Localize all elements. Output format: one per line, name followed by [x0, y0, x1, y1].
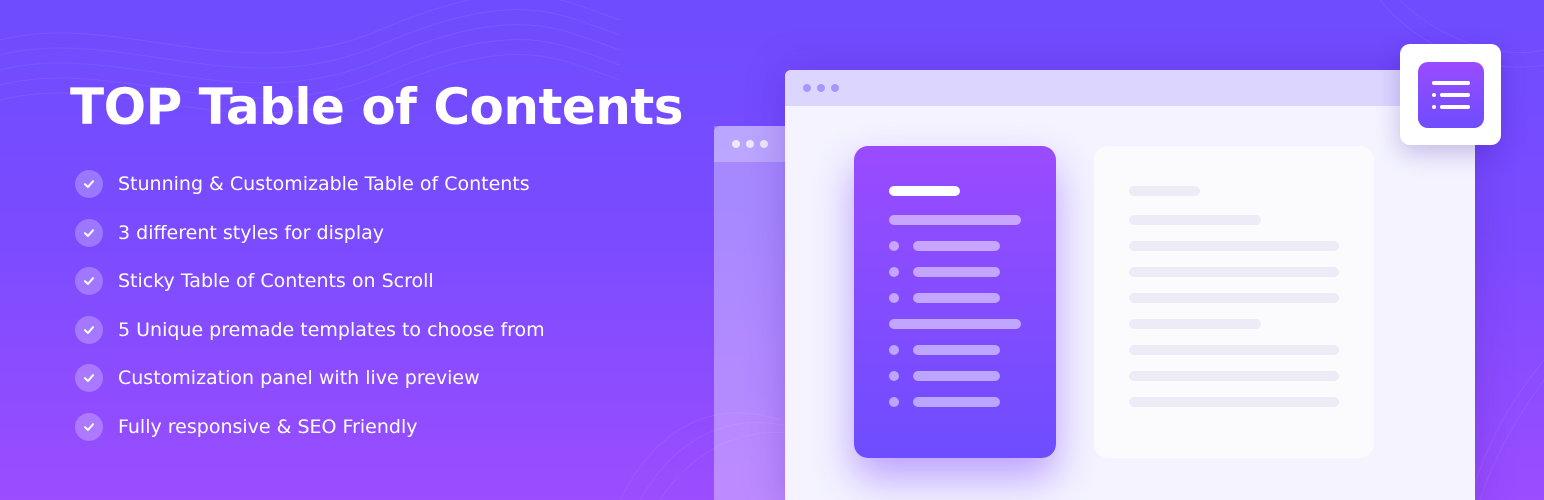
list-item: Sticky Table of Contents on Scroll: [75, 265, 545, 297]
content-line-placeholder: [1129, 186, 1200, 196]
check-icon: [75, 170, 103, 198]
toc-bullet: [889, 267, 899, 277]
list-item: 5 Unique premade templates to choose fro…: [75, 314, 545, 346]
toc-item-placeholder: [913, 267, 1000, 277]
feature-text: 5 Unique premade templates to choose fro…: [118, 318, 545, 341]
check-icon: [75, 412, 103, 441]
toc-bullet: [889, 293, 899, 303]
content-line-placeholder: [1129, 345, 1339, 355]
check-icon: [75, 267, 103, 295]
content-line-placeholder: [1129, 267, 1339, 277]
toc-item-placeholder: [913, 397, 1000, 407]
feature-text: Sticky Table of Contents on Scroll: [118, 270, 434, 292]
toc-item-placeholder: [913, 371, 1000, 381]
list-icon: [1417, 61, 1484, 128]
window-dot: [831, 84, 839, 92]
list-item: Stunning & Customizable Table of Content…: [75, 168, 545, 200]
list-item: 3 different styles for display: [75, 217, 545, 249]
check-icon: [75, 364, 103, 392]
list-item: Fully responsive & SEO Friendly: [75, 411, 545, 443]
toc-bullet: [889, 397, 899, 407]
feature-text: Fully responsive & SEO Friendly: [118, 415, 418, 438]
toc-heading-placeholder: [889, 319, 1021, 329]
window-dot: [817, 84, 825, 92]
window-title-bar: [785, 70, 1475, 106]
check-icon: [75, 218, 103, 247]
feature-text: Stunning & Customizable Table of Content…: [118, 173, 530, 195]
list-item: Customization panel with live preview: [75, 362, 545, 394]
toc-item-placeholder: [913, 241, 1000, 251]
content-line-placeholder: [1129, 293, 1339, 303]
content-panel-mockup: [1094, 146, 1374, 458]
browser-window-mockup: [785, 70, 1475, 500]
toc-title-placeholder: [889, 186, 960, 196]
window-dot: [803, 84, 811, 92]
content-line-placeholder: [1129, 241, 1339, 251]
check-icon: [75, 315, 103, 344]
toc-bullet: [889, 371, 899, 381]
toc-item-placeholder: [913, 345, 1000, 355]
toc-heading-placeholder: [889, 215, 1021, 225]
content-line-placeholder: [1129, 215, 1261, 225]
window-dot: [746, 140, 754, 148]
toc-bullet: [889, 241, 899, 251]
toc-item-placeholder: [913, 293, 1000, 303]
page-title: TOP Table of Contents: [70, 78, 684, 136]
toc-bullet: [889, 345, 899, 355]
feature-text: 3 different styles for display: [118, 221, 384, 244]
window-dot: [760, 140, 768, 148]
content-line-placeholder: [1129, 319, 1261, 329]
plugin-logo: [1400, 44, 1501, 145]
content-line-placeholder: [1129, 397, 1339, 407]
content-line-placeholder: [1129, 371, 1339, 381]
toc-panel-mockup: [854, 146, 1056, 458]
window-dot: [732, 140, 740, 148]
feature-text: Customization panel with live preview: [118, 367, 480, 389]
feature-list: Stunning & Customizable Table of Content…: [75, 168, 545, 459]
